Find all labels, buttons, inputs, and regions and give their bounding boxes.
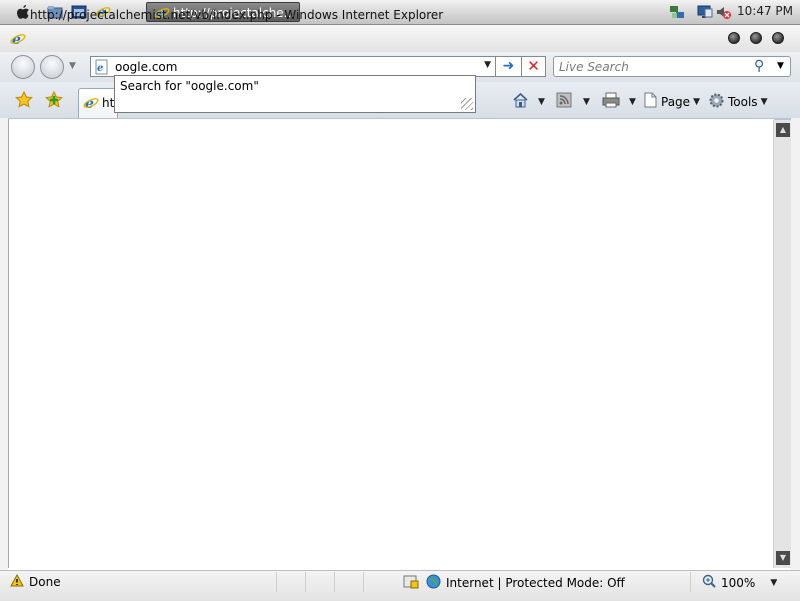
printer-icon [602, 92, 620, 111]
forward-button[interactable] [40, 55, 64, 79]
window-frame-right [791, 118, 800, 570]
status-divider [305, 572, 306, 592]
svg-text:e: e [85, 96, 94, 111]
scroll-down-button[interactable]: ▼ [776, 551, 790, 565]
tab-current[interactable]: e htt [78, 88, 119, 118]
svg-text:e: e [12, 32, 21, 47]
page-menu-button[interactable]: Page ▼ [642, 92, 700, 111]
scroll-up-button[interactable]: ▲ [776, 123, 790, 137]
tools-chevron-down-icon: ▼ [760, 97, 768, 107]
zoom-level: 100% [721, 575, 756, 590]
favorites-star-icon[interactable] [15, 90, 33, 112]
back-button[interactable] [11, 55, 35, 79]
network-tray-icon[interactable] [668, 3, 686, 21]
print-chevron-down-icon[interactable]: ▼ [629, 97, 636, 107]
go-arrow-button[interactable]: ➜ [496, 56, 522, 77]
resize-grip[interactable] [461, 98, 473, 110]
rss-feed-icon [556, 92, 572, 111]
print-button[interactable]: ▼ [602, 92, 636, 111]
home-icon [512, 92, 529, 111]
status-divider [276, 572, 277, 592]
feeds-chevron-down-icon[interactable]: ▼ [583, 97, 590, 107]
maximize-button[interactable] [750, 32, 762, 44]
svg-text:e: e [97, 63, 103, 74]
tools-menu-label: Tools [728, 95, 758, 109]
address-bar[interactable]: e oogle.com ▼ [90, 56, 496, 77]
zoom-control[interactable]: 100% ▼ [702, 574, 777, 591]
title-bar [0, 25, 800, 52]
gear-icon [708, 92, 725, 112]
warning-icon [10, 573, 24, 590]
ie-title-icon: e [10, 31, 26, 50]
shield-lock-icon [403, 574, 419, 592]
home-button[interactable]: ▼ [512, 92, 545, 111]
tab-ie-icon: e [83, 95, 99, 114]
volume-muted-icon[interactable] [714, 3, 732, 21]
monitor-tray-icon[interactable] [696, 3, 714, 21]
search-options-chevron-down-icon[interactable]: ▼ [777, 61, 784, 71]
tools-menu-button[interactable]: Tools ▼ [708, 92, 767, 112]
page-icon [642, 92, 658, 111]
address-autocomplete-dropdown: Search for "oogle.com" [114, 75, 476, 113]
security-zone[interactable]: Internet | Protected Mode: Off [426, 574, 625, 592]
status-divider [363, 572, 364, 592]
zone-label: Internet | Protected Mode: Off [446, 576, 625, 590]
page-menu-label: Page [661, 94, 691, 109]
address-dropdown-chevron-down-icon[interactable]: ▼ [484, 60, 491, 70]
popup-blocker-status[interactable] [403, 574, 419, 592]
status-bar [0, 570, 800, 601]
zoom-chevron-down-icon[interactable]: ▼ [770, 578, 777, 588]
status-divider [690, 572, 691, 592]
vertical-scrollbar[interactable]: ▲ ▼ [773, 120, 792, 568]
stop-button[interactable]: ✕ [522, 56, 546, 77]
recent-pages-chevron-down-icon[interactable]: ▼ [69, 61, 76, 71]
globe-icon [426, 574, 441, 592]
feeds-button[interactable]: ▼ [556, 92, 590, 111]
status-label: Done [29, 575, 61, 589]
window-title: http://projectalchemist.net/vb/index.php… [30, 8, 444, 22]
page-icon: e [95, 59, 109, 78]
page-chevron-down-icon: ▼ [693, 96, 700, 107]
window-frame-left [0, 118, 8, 570]
close-button[interactable] [772, 32, 784, 44]
search-box[interactable]: ⚲ ▼ [553, 56, 791, 77]
home-chevron-down-icon[interactable]: ▼ [538, 97, 545, 107]
search-icon[interactable]: ⚲ [754, 58, 764, 74]
address-input-value[interactable]: oogle.com [115, 60, 177, 74]
autocomplete-search-suggestion[interactable]: Search for "oogle.com" [120, 79, 259, 93]
minimize-button[interactable] [728, 32, 740, 44]
page-content-area[interactable] [8, 119, 774, 568]
status-text: Done [10, 573, 61, 590]
add-favorites-icon[interactable] [45, 90, 63, 112]
search-input[interactable] [559, 60, 749, 74]
status-divider [334, 572, 335, 592]
magnifier-zoom-icon [702, 574, 716, 591]
system-clock[interactable]: 10:47 PM [737, 4, 793, 18]
